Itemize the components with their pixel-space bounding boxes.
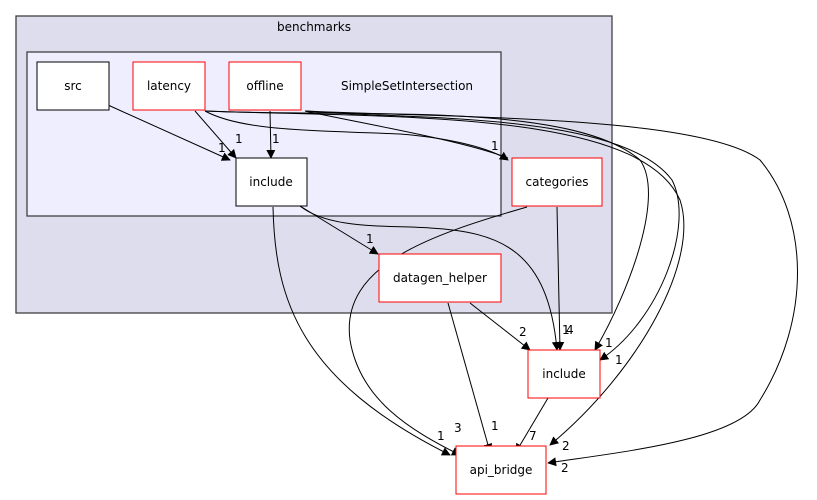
node-latency-label: latency (147, 79, 191, 93)
edge-label: 3 (454, 421, 462, 435)
cluster-benchmarks-label: benchmarks (277, 20, 351, 34)
edge-label: 1 (491, 419, 499, 433)
edge-label: 1 (615, 353, 623, 367)
edge-include-outer-api (515, 397, 549, 453)
node-include-inner-label: include (249, 175, 292, 189)
edge-label: 1 (235, 132, 243, 146)
node-offline-label: offline (246, 79, 283, 93)
node-api-bridge-label: api_bridge (470, 463, 533, 477)
node-api-bridge[interactable]: api_bridge (455, 445, 547, 495)
node-datagen-helper[interactable]: datagen_helper (378, 253, 502, 303)
edge-label: 2 (561, 461, 569, 475)
node-src-label: src (64, 79, 82, 93)
node-src[interactable]: src (36, 61, 110, 111)
node-offline[interactable]: offline (228, 61, 302, 111)
edge-label: 1 (491, 139, 499, 153)
node-datagen-helper-label: datagen_helper (393, 271, 487, 285)
edge-label: 7 (529, 429, 537, 443)
node-include-outer-label: include (542, 367, 585, 381)
edge-label: 2 (519, 325, 527, 339)
node-categories[interactable]: categories (511, 157, 603, 207)
edge-label: 4 (566, 323, 574, 337)
node-latency[interactable]: latency (132, 61, 206, 111)
edge-label: 1 (366, 232, 374, 246)
node-include-outer[interactable]: include (527, 349, 601, 399)
edge-label: 1 (437, 429, 445, 443)
edge-label: 1 (605, 336, 613, 350)
node-categories-label: categories (526, 175, 589, 189)
cluster-simplesetintersection-label: SimpleSetIntersection (341, 79, 473, 93)
dependency-graph: benchmarks SimpleSetIntersection 1 1 1 1… (15, 15, 798, 495)
edge-label: 1 (272, 132, 280, 146)
edge-label: 1 (218, 141, 226, 155)
edge-label: 2 (562, 439, 570, 453)
node-include-inner[interactable]: include (235, 157, 308, 207)
